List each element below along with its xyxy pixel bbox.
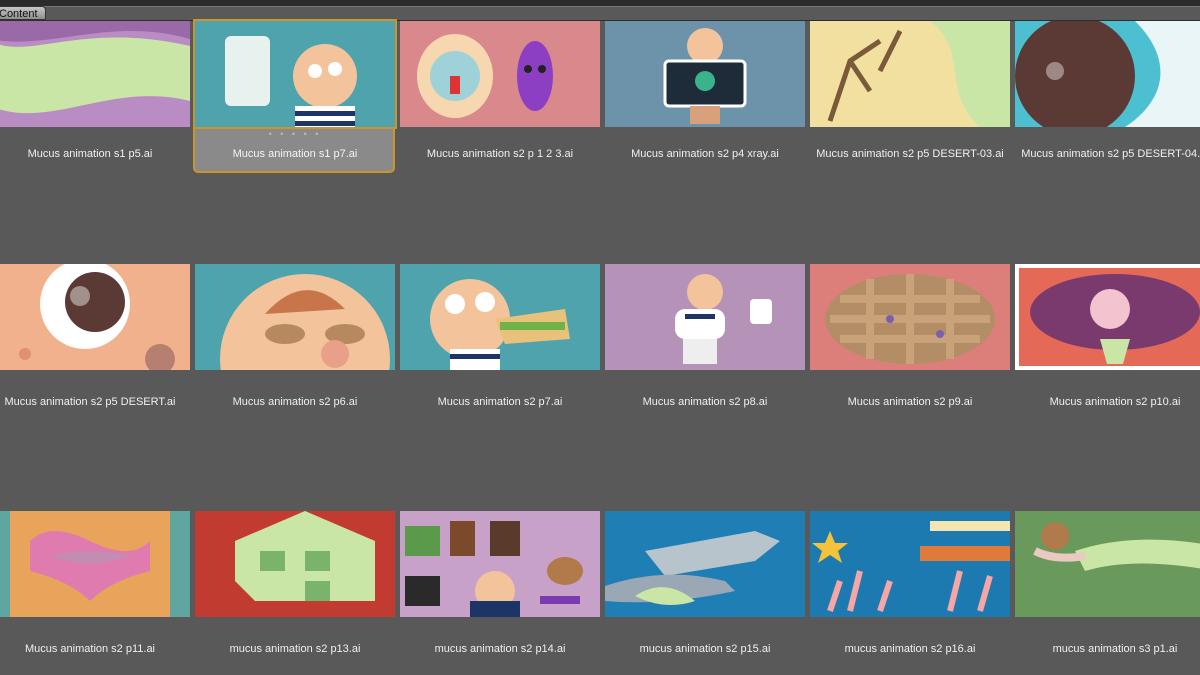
thumbnail-image[interactable] [400,21,600,127]
thumbnail-item[interactable]: Mucus animation s2 p11.ai [0,511,190,671]
thumbnail-label: Mucus animation s2 p7.ai [437,396,563,408]
thumbnail-label: mucus animation s2 p14.ai [434,643,566,655]
thumbnail-item[interactable]: mucus animation s2 p15.ai [605,511,805,671]
thumbnail-image[interactable] [195,264,395,370]
thumbnail-item[interactable]: Mucus animation s2 p4 xray.ai [605,21,805,181]
tab-content[interactable]: Content [0,6,46,20]
thumbnail-label: Mucus animation s2 p10.ai [1049,396,1181,408]
thumbnail-item[interactable]: Mucus animation s2 p 1 2 3.ai [400,21,600,181]
thumbnail-item[interactable]: Mucus animation s2 p6.ai [195,264,395,424]
thumbnail-image[interactable] [605,264,805,370]
thumbnail-label: Mucus animation s2 p11.ai [24,643,156,655]
thumbnail-item[interactable]: mucus animation s2 p13.ai [195,511,395,671]
thumbnail-image[interactable] [1015,21,1200,127]
thumbnail-label: Mucus animation s2 p5 DESERT-04.ai [1021,148,1200,160]
thumbnail-label: Mucus animation s2 p9.ai [847,396,973,408]
thumbnail-label: Mucus animation s2 p8.ai [642,396,768,408]
thumbnail-image[interactable] [605,21,805,127]
thumbnail-image[interactable] [0,511,190,617]
thumbnail-item[interactable]: mucus animation s2 p14.ai [400,511,600,671]
thumbnail-item[interactable]: Mucus animation s2 p5 DESERT-03.ai [810,21,1010,181]
thumbnail-image[interactable] [810,21,1010,127]
thumbnail-image[interactable] [0,21,190,127]
thumbnail-image[interactable] [0,264,190,370]
thumbnail-item[interactable]: Mucus animation s2 p10.ai [1015,264,1200,424]
thumbnail-image[interactable] [1015,264,1200,370]
thumbnail-image[interactable] [195,511,395,617]
thumbnail-label: Mucus animation s1 p5.ai [27,148,153,160]
thumbnail-image[interactable] [810,511,1010,617]
thumbnail-label: mucus animation s2 p16.ai [844,643,976,655]
thumbnail-label: Mucus animation s2 p5 DESERT-03.ai [816,148,1004,160]
thumbnail-label: Mucus animation s2 p 1 2 3.ai [426,148,574,160]
window-top-bar [0,0,1200,7]
thumbnail-image[interactable] [193,19,397,129]
thumbnail-item[interactable]: Mucus animation s2 p7.ai [400,264,600,424]
thumbnail-image[interactable] [400,511,600,617]
thumbnail-item[interactable]: Mucus animation s1 p5.ai [0,21,190,181]
thumbnail-item[interactable]: Mucus animation s2 p5 DESERT.ai [0,264,190,424]
thumbnail-label: mucus animation s2 p15.ai [639,643,771,655]
thumbnail-label: Mucus animation s2 p4 xray.ai [631,148,779,160]
thumbnail-dots: • • • • • [268,129,322,139]
thumbnail-label: mucus animation s3 p1.ai [1052,643,1178,655]
thumbnail-label: Mucus animation s2 p6.ai [232,396,358,408]
thumbnail-label: Mucus animation s2 p5 DESERT.ai [4,396,176,408]
thumbnail-item[interactable]: • • • • • Mucus animation s1 p7.ai [193,19,397,181]
thumbnail-image[interactable] [400,264,600,370]
thumbnail-item[interactable]: Mucus animation s2 p9.ai [810,264,1010,424]
thumbnail-label: mucus animation s2 p13.ai [229,643,361,655]
thumbnail-image[interactable] [810,264,1010,370]
thumbnail-item[interactable]: mucus animation s3 p1.ai [1015,511,1200,671]
thumbnail-label: Mucus animation s1 p7.ai [232,148,358,160]
thumbnail-image[interactable] [1015,511,1200,617]
thumbnail-item[interactable]: mucus animation s2 p16.ai [810,511,1010,671]
thumbnail-item[interactable]: Mucus animation s2 p5 DESERT-04.ai [1015,21,1200,181]
thumbnail-image[interactable] [605,511,805,617]
thumbnail-item[interactable]: Mucus animation s2 p8.ai [605,264,805,424]
